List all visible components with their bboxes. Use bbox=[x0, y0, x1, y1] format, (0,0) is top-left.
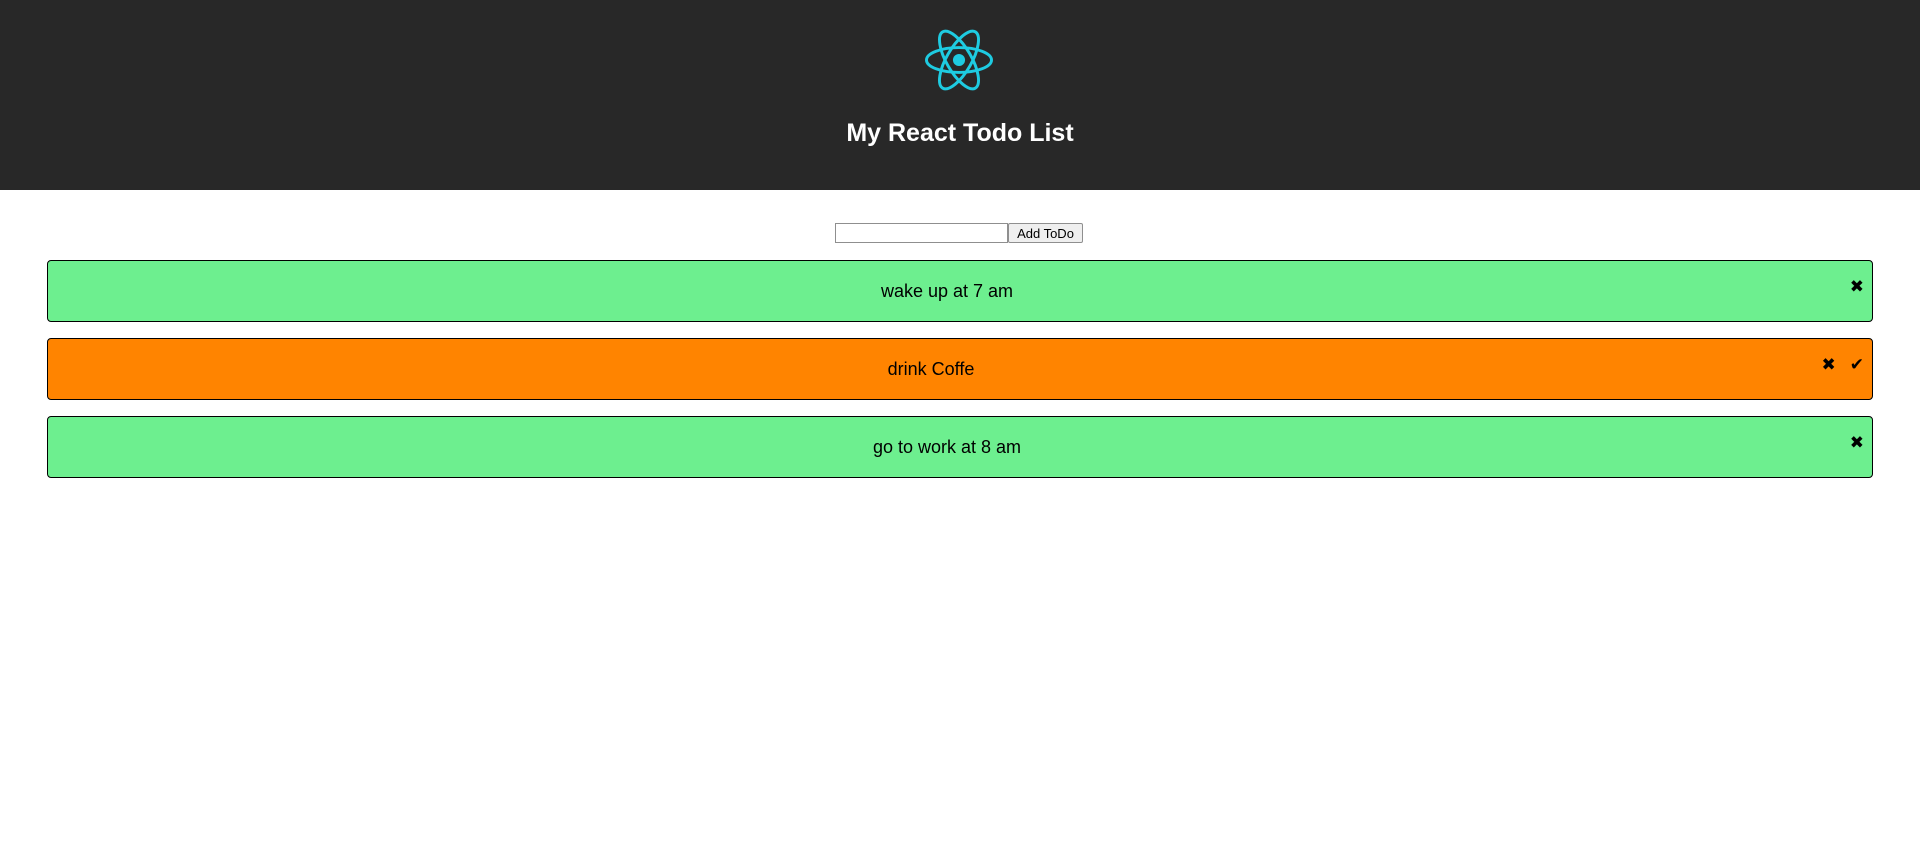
delete-icon[interactable]: ✖ bbox=[1850, 277, 1864, 297]
todo-text: go to work at 8 am bbox=[872, 437, 1022, 457]
todo-item[interactable]: go to work at 8 am ✖ bbox=[47, 416, 1873, 478]
todo-actions: ✖ bbox=[1850, 277, 1864, 297]
react-logo-icon bbox=[925, 29, 993, 91]
page-title: My React Todo List bbox=[846, 119, 1074, 147]
delete-icon[interactable]: ✖ bbox=[1850, 433, 1864, 453]
add-todo-button[interactable]: Add ToDo bbox=[1008, 223, 1083, 243]
check-icon[interactable]: ✔ bbox=[1850, 355, 1864, 375]
todo-item[interactable]: wake up at 7 am ✖ bbox=[47, 260, 1873, 322]
todo-input[interactable] bbox=[835, 223, 1008, 243]
app-header: My React Todo List bbox=[0, 0, 1920, 190]
todo-actions: ✖ ✔ bbox=[1822, 355, 1865, 375]
todo-actions: ✖ bbox=[1850, 433, 1864, 453]
add-todo-form: Add ToDo bbox=[835, 223, 1083, 243]
todo-item[interactable]: drink Coffe ✖ ✔ bbox=[47, 338, 1873, 400]
todo-text: wake up at 7 am bbox=[880, 281, 1014, 301]
delete-icon[interactable]: ✖ bbox=[1822, 355, 1836, 375]
todo-text: drink Coffe bbox=[887, 359, 975, 379]
